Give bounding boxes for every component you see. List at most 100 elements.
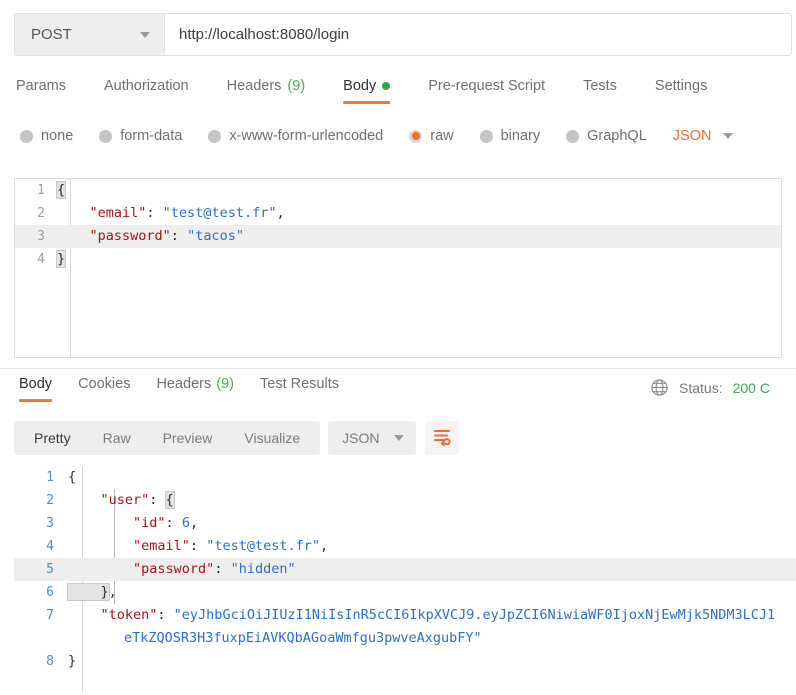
body-type-x-www-form-urlencoded[interactable]: x-www-form-urlencoded [208,128,383,144]
status-value: 200 C [732,379,770,396]
code-token: 6 [181,515,190,531]
response-body-editor[interactable]: 1 {2 "user": { 3 "id": 6, 4 "email": "test@… [14,466,796,692]
line-number: 4 [37,252,45,267]
code-token: : [214,561,231,577]
chevron-down-icon[interactable] [723,133,734,139]
radio-icon [566,129,580,143]
response-format-select[interactable]: JSON [328,421,416,455]
code-line: 6 }, [14,581,796,604]
request-tab-params[interactable]: Params [16,78,66,104]
request-tab-headers[interactable]: Headers (9) [227,78,306,104]
line-number: 1 [37,183,45,198]
request-tab-body[interactable]: Body [343,78,391,104]
code-token: } [68,653,77,669]
code-token: , [108,584,117,600]
status-label: Status: [679,379,723,396]
body-type-label: none [41,128,74,144]
tab-label: Body [343,78,377,94]
code-token: eTkZQOSR3H3fuxpEiAVKQbAGoaWmfgu3pwveAxgu… [124,630,482,646]
code-token: { [164,491,175,509]
request-body-format-value[interactable]: JSON [673,128,712,144]
code-token: "id" [68,515,166,531]
response-tab-test-results[interactable]: Test Results [260,376,339,402]
code-token: : [157,607,174,623]
url-bar: POST http://localhost:8080/login [14,13,792,56]
response-code-area[interactable]: 1 {2 "user": { 3 "id": 6, 4 "email": "test@… [14,466,796,692]
body-type-label: GraphQL [587,128,647,144]
response-tab-cookies[interactable]: Cookies [78,376,130,402]
code-line: 2 "email": "test@test.fr", [15,202,781,225]
body-type-form-data[interactable]: form-data [99,128,182,144]
code-token: : [146,205,163,221]
code-line-text: "email": "test@test.fr", [57,202,285,225]
code-line-text: "token": "eyJhbGciOiJIUzI1NiIsInR5cCI6Ik… [68,604,776,627]
wrap-lines-button[interactable] [424,421,459,455]
code-token: "email" [68,538,190,554]
response-tab-headers[interactable]: Headers (9) [156,376,234,402]
tab-label: Body [19,376,53,392]
radio-icon [20,129,33,143]
code-line: 2 "user": { [14,489,796,512]
response-toolbar: Pretty Raw Preview Visualize JSON [14,421,459,455]
code-line: 8} [14,650,796,673]
code-line-text: "email": "test@test.fr", [68,535,328,558]
tab-label: Tests [583,78,617,94]
code-token: "password" [57,228,171,244]
tab-label: Test Results [260,376,339,392]
code-line-text: { [55,179,67,202]
radio-icon [208,129,222,143]
tab-label: Authorization [103,78,189,94]
line-number: 5 [46,562,54,577]
body-type-graphql[interactable]: GraphQL [566,128,647,144]
code-token: : [170,228,188,244]
code-line: 3 "password": "tacos" [15,225,781,248]
line-number: 7 [46,608,54,623]
radio-icon [99,129,113,143]
body-type-raw[interactable]: raw [409,128,454,144]
response-tabs: Body Cookies Headers (9) Test Results [6,376,352,402]
line-number: 2 [37,206,45,221]
request-url-value: http://localhost:8080/login [179,26,350,43]
request-tab-tests[interactable]: Tests [583,78,617,104]
code-token: "test@test.fr" [162,205,277,221]
response-view-visualize[interactable]: Visualize [228,421,316,455]
request-url-input[interactable]: http://localhost:8080/login [164,13,792,56]
code-token: : [149,492,166,508]
code-token: "eyJhbGciOiJIUzI1NiIsInR5cCI6IkpXVCJ9.ey… [173,607,776,623]
request-code-lines: 1{2 "email": "test@test.fr", 3 "password"… [15,179,781,271]
line-number: 1 [46,470,54,485]
code-line: 4 "email": "test@test.fr", [14,535,796,558]
line-number: 3 [46,516,54,531]
body-type-label: binary [500,128,541,144]
body-type-binary[interactable]: binary [479,128,541,144]
globe-icon [650,378,669,397]
response-view-pretty[interactable]: Pretty [18,421,87,455]
code-line: eTkZQOSR3H3fuxpEiAVKQbAGoaWmfgu3pwveAxgu… [14,627,796,650]
response-status: Status: 200 C [650,378,796,397]
code-line-text: }, [67,581,117,604]
line-number: 8 [46,654,54,669]
request-tab-settings[interactable]: Settings [655,78,707,104]
response-view-mode-group: Pretty Raw Preview Visualize [14,421,321,455]
request-body-editor[interactable]: 1{2 "email": "test@test.fr", 3 "password"… [14,178,782,358]
line-number: 2 [46,493,54,508]
http-method-select[interactable]: POST [14,13,164,56]
http-method-value: POST [31,26,72,43]
pane-splitter[interactable] [0,368,796,369]
body-type-none[interactable]: none [20,128,73,144]
response-view-raw[interactable]: Raw [87,421,147,455]
tab-label: Pre-request Script [428,78,546,94]
radio-icon [409,129,423,143]
request-tab-pre-request-script[interactable]: Pre-request Script [428,78,545,104]
body-present-dot-icon [382,82,391,90]
code-token: "tacos" [187,228,244,244]
code-token: , [276,205,285,221]
postman-request-response-pane: POST http://localhost:8080/login Params A… [0,0,796,695]
code-line-text: { [68,466,76,489]
response-view-preview[interactable]: Preview [147,421,229,455]
request-tab-authorization[interactable]: Authorization [104,78,189,104]
tab-label: Params [16,78,66,94]
line-number: 3 [37,229,45,244]
request-code-area[interactable]: 1{2 "email": "test@test.fr", 3 "password"… [15,179,781,357]
response-tab-body[interactable]: Body [19,376,53,402]
